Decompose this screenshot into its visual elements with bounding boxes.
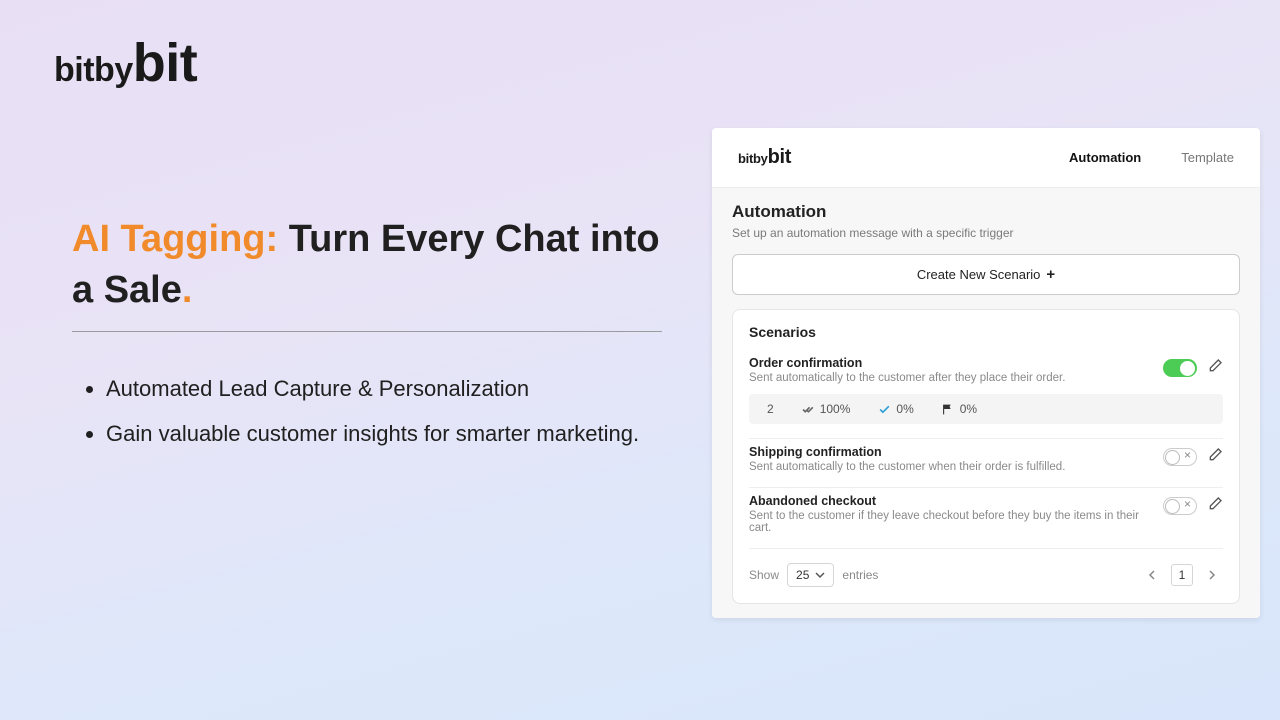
- nav-template[interactable]: Template: [1181, 150, 1234, 165]
- metric-opened: 0%: [878, 402, 913, 416]
- scenario-metrics: 2 100% 0% 0%: [749, 394, 1223, 424]
- scenario-row: Shipping confirmation Sent automatically…: [749, 439, 1223, 488]
- scenario-desc: Sent to the customer if they leave check…: [749, 510, 1153, 534]
- logo-part-2: by: [94, 51, 133, 89]
- pager-show-label: Show: [749, 568, 779, 582]
- marketing-copy: AI Tagging: Turn Every Chat into a Sale.…: [72, 214, 662, 456]
- section-subtitle: Set up an automation message with a spec…: [732, 226, 1240, 240]
- scenario-title: Abandoned checkout: [749, 494, 1153, 508]
- pager-current-page[interactable]: 1: [1171, 564, 1193, 586]
- panel-header: bitbybit Automation Template: [738, 146, 1234, 169]
- brand-logo: bitbybit: [54, 36, 197, 90]
- page-size-value: 25: [796, 568, 809, 582]
- panel-logo: bitbybit: [738, 146, 791, 169]
- scenario-row: Abandoned checkout Sent to the customer …: [749, 488, 1223, 549]
- scenario-row: Order confirmation Sent automatically to…: [749, 350, 1223, 439]
- bullet-list: Automated Lead Capture & Personalization…: [72, 366, 662, 456]
- scenario-toggle[interactable]: [1163, 497, 1197, 515]
- scenarios-card: Scenarios Order confirmation Sent automa…: [732, 309, 1240, 604]
- chevron-down-icon: [815, 570, 825, 580]
- edit-icon[interactable]: [1207, 447, 1223, 466]
- scenario-toggle[interactable]: [1163, 359, 1197, 377]
- plus-icon: +: [1046, 267, 1055, 282]
- page-size-select[interactable]: 25: [787, 563, 834, 587]
- nav-automation[interactable]: Automation: [1069, 150, 1141, 165]
- scenario-title: Shipping confirmation: [749, 445, 1065, 459]
- bullet-item: Automated Lead Capture & Personalization: [106, 366, 662, 411]
- double-check-icon: [802, 403, 815, 416]
- metric-replied: 0%: [942, 402, 977, 416]
- edit-icon[interactable]: [1207, 496, 1223, 515]
- scenario-title: Order confirmation: [749, 356, 1065, 370]
- chevron-left-icon: [1147, 570, 1157, 580]
- scenario-desc: Sent automatically to the customer when …: [749, 461, 1065, 473]
- scenario-toggle[interactable]: [1163, 448, 1197, 466]
- panel-nav: Automation Template: [1069, 150, 1234, 165]
- scenarios-card-title: Scenarios: [749, 324, 1223, 340]
- pagination: Show 25 entries 1: [749, 549, 1223, 603]
- headline: AI Tagging: Turn Every Chat into a Sale.: [72, 214, 662, 332]
- metric-delivered: 100%: [802, 402, 851, 416]
- panel-logo-part-1: bit: [738, 151, 753, 166]
- logo-part-3: bit: [133, 33, 197, 93]
- bullet-item: Gain valuable customer insights for smar…: [106, 411, 662, 456]
- scenario-desc: Sent automatically to the customer after…: [749, 372, 1065, 384]
- headline-period: .: [182, 269, 193, 311]
- pager-entries-label: entries: [842, 568, 878, 582]
- pager-prev-button[interactable]: [1141, 564, 1163, 586]
- create-scenario-label: Create New Scenario: [917, 267, 1041, 282]
- logo-part-1: bit: [54, 51, 94, 89]
- metric-count: 2: [767, 402, 774, 416]
- app-panel: bitbybit Automation Template Automation …: [712, 128, 1260, 618]
- flag-icon: [942, 403, 955, 416]
- chevron-right-icon: [1207, 570, 1217, 580]
- single-check-icon: [878, 403, 891, 416]
- panel-logo-part-2: by: [753, 151, 768, 166]
- panel-logo-part-3: bit: [768, 146, 792, 168]
- edit-icon[interactable]: [1207, 358, 1223, 377]
- section-title: Automation: [732, 202, 1240, 222]
- create-scenario-button[interactable]: Create New Scenario +: [732, 254, 1240, 295]
- panel-body: Automation Set up an automation message …: [712, 187, 1260, 618]
- headline-accent: AI Tagging:: [72, 218, 278, 260]
- pager-next-button[interactable]: [1201, 564, 1223, 586]
